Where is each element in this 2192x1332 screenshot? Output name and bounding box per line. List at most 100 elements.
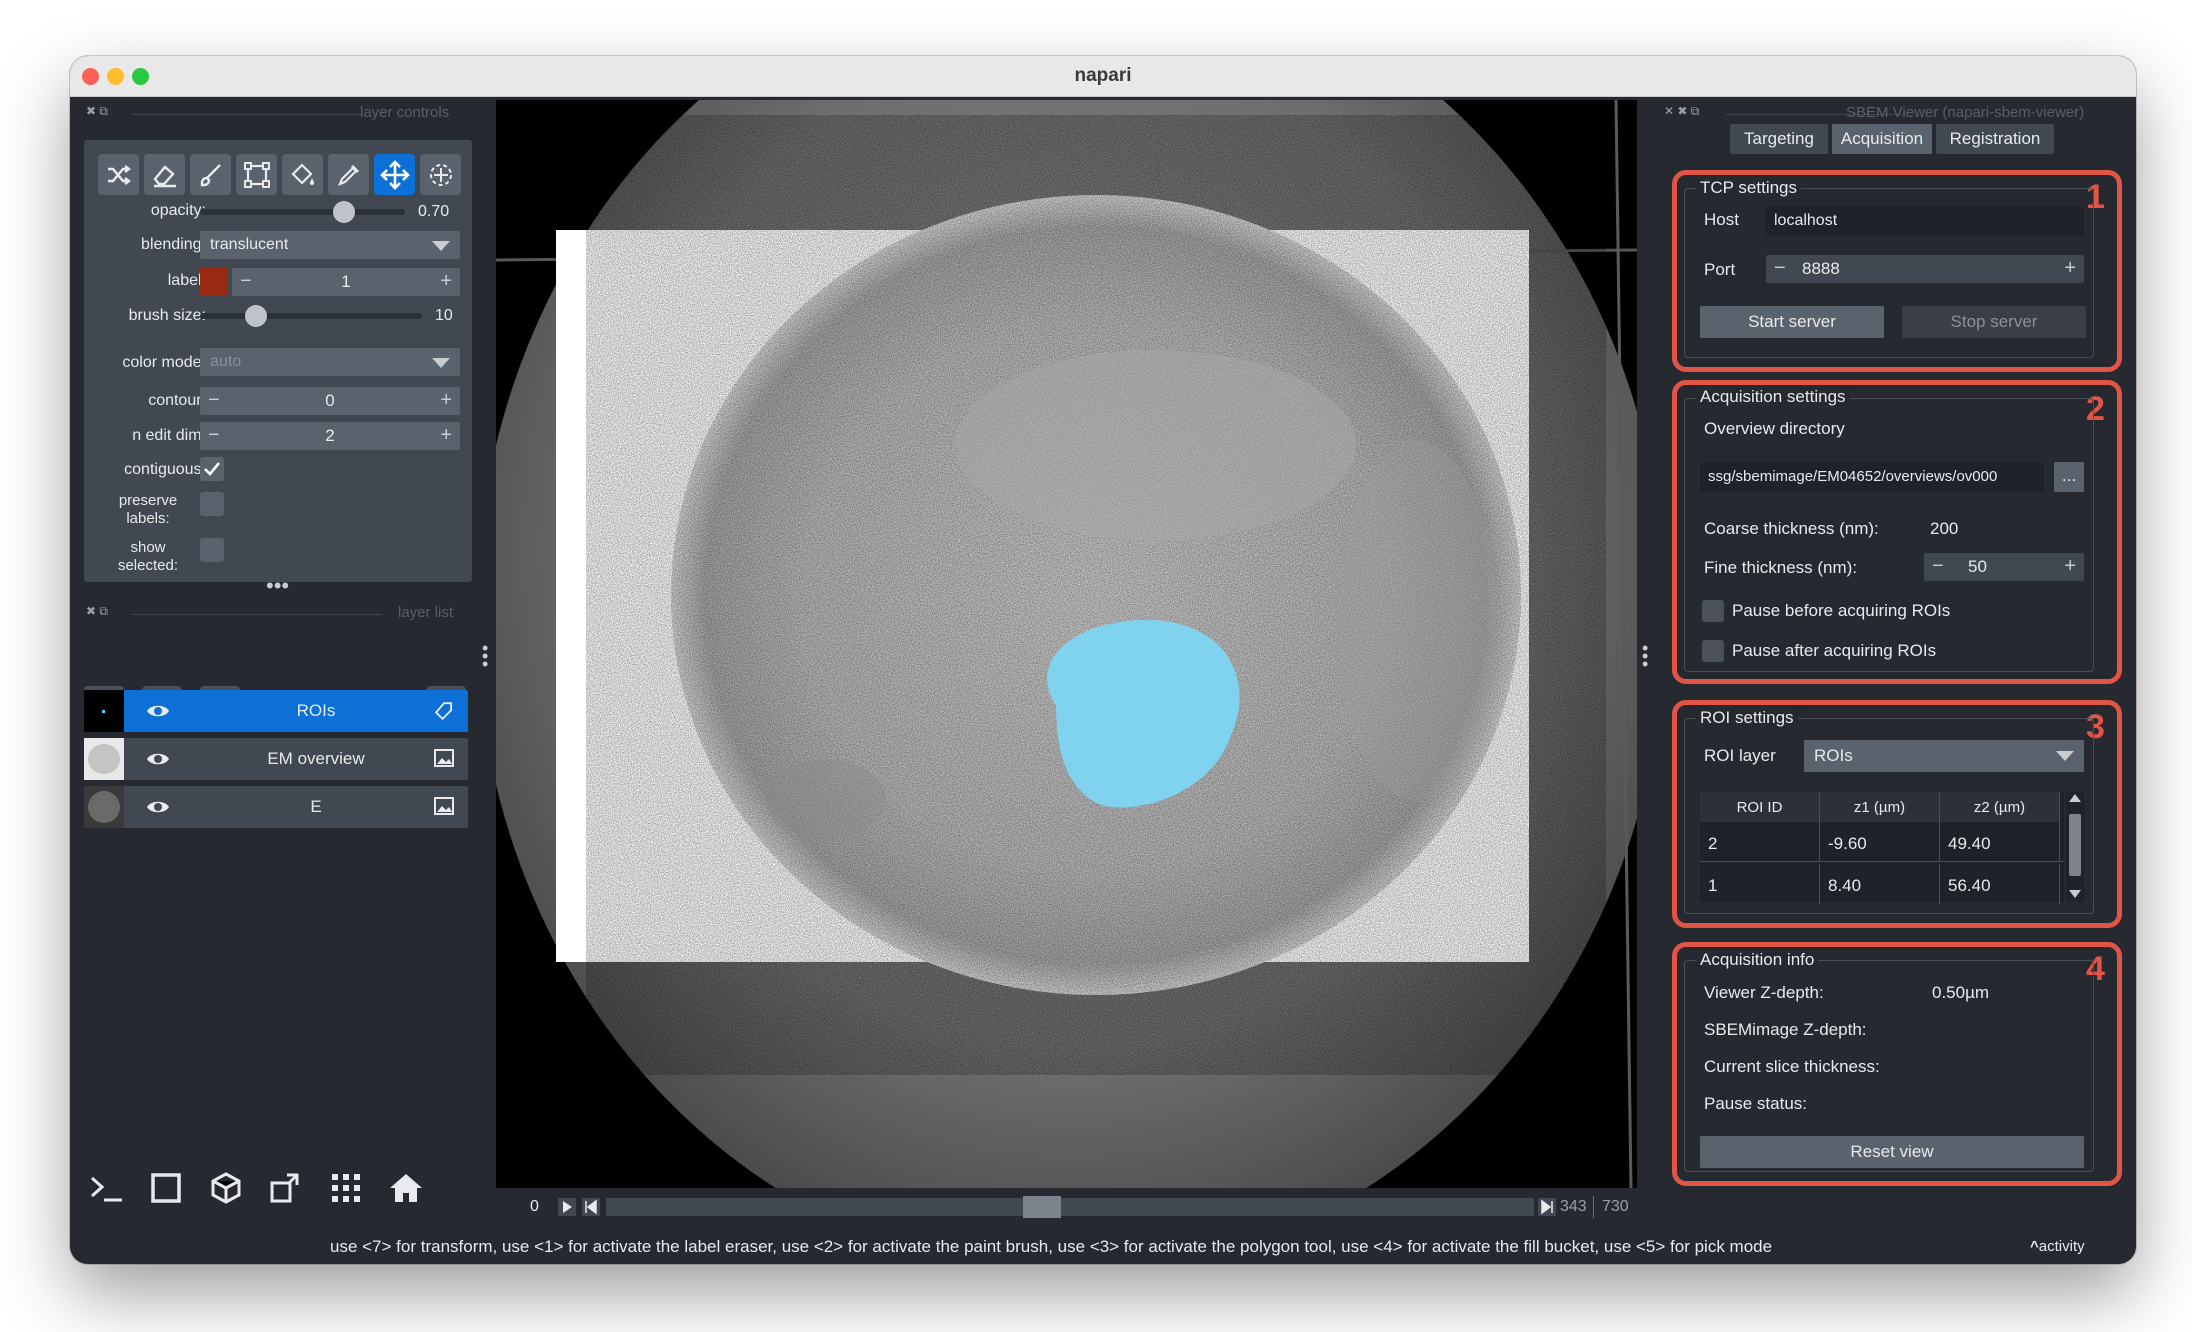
- terminal-icon: [90, 1176, 122, 1202]
- fine-thickness-spinbox[interactable]: − 50 +: [1924, 553, 2084, 581]
- viewer-canvas[interactable]: [496, 100, 1637, 1190]
- table-row[interactable]: 1 8.40 56.40: [1700, 864, 2064, 904]
- table-cell[interactable]: 1: [1700, 864, 1820, 904]
- minus-icon[interactable]: −: [1932, 555, 1944, 578]
- splitter-handle[interactable]: • • •: [1642, 639, 1648, 673]
- color-picker-button[interactable]: [328, 154, 369, 195]
- eye-icon[interactable]: [146, 798, 170, 816]
- label-spinbox[interactable]: − 1 +: [232, 268, 460, 296]
- fill-bucket-button[interactable]: [282, 154, 323, 195]
- transpose-button[interactable]: [264, 1166, 308, 1210]
- table-header-z1[interactable]: z1 (µm): [1820, 792, 1940, 822]
- table-cell[interactable]: 2: [1700, 822, 1820, 862]
- polygon-tool-button[interactable]: [236, 154, 277, 195]
- n-edit-dim-spinbox[interactable]: − 2 +: [200, 422, 460, 450]
- dock-float-icon[interactable]: ✖ ⧉: [86, 604, 108, 619]
- dims-slider-track[interactable]: [606, 1198, 1534, 1216]
- pause-before-label: Pause before acquiring ROIs: [1732, 601, 1951, 620]
- eye-icon[interactable]: [146, 702, 170, 720]
- color-mode-dropdown[interactable]: auto: [200, 348, 460, 376]
- title-bar: napari: [70, 56, 2136, 97]
- blending-dropdown[interactable]: translucent: [200, 231, 460, 259]
- show-selected-checkbox[interactable]: [200, 538, 224, 562]
- brush-size-slider[interactable]: [200, 313, 422, 319]
- label-label: label:: [167, 272, 206, 289]
- table-header-z2[interactable]: z2 (µm): [1940, 792, 2060, 822]
- table-cell[interactable]: 56.40: [1940, 864, 2060, 904]
- roi-table[interactable]: ROI ID z1 (µm) z2 (µm) 2 -9.60 49.40 1 8…: [1700, 792, 2064, 904]
- home-button[interactable]: [384, 1166, 428, 1210]
- play-button[interactable]: [558, 1198, 576, 1221]
- transform-button[interactable]: [420, 154, 461, 195]
- viewer-z-depth-label: Viewer Z-depth:: [1704, 983, 1824, 1002]
- paint-brush-button[interactable]: [190, 154, 231, 195]
- plus-icon[interactable]: +: [440, 389, 452, 412]
- activity-button[interactable]: ^activity: [2030, 1238, 2085, 1255]
- table-cell[interactable]: 8.40: [1820, 864, 1940, 904]
- plus-icon[interactable]: +: [440, 270, 452, 293]
- minus-icon[interactable]: −: [1774, 257, 1786, 280]
- plus-icon[interactable]: +: [440, 424, 452, 447]
- scroll-down-icon[interactable]: [2069, 890, 2081, 898]
- pause-after-checkbox[interactable]: [1702, 640, 1724, 662]
- overview-directory-input[interactable]: ssg/sbemimage/EM04652/overviews/ov000: [1700, 462, 2044, 492]
- brush-size-slider-handle[interactable]: [245, 305, 267, 327]
- dims-slider-handle[interactable]: [1023, 1196, 1062, 1218]
- dock-close-float-icon[interactable]: ✕ ✖ ⧉: [1664, 104, 1699, 119]
- ndisplay-button[interactable]: [144, 1166, 188, 1210]
- roi-layer-dropdown[interactable]: ROIs: [1804, 740, 2084, 772]
- roi-layer-label: ROI layer: [1704, 746, 1776, 765]
- napari-window: napari ✖ ⧉ layer controls opacity: 0.70 …: [70, 56, 2136, 1264]
- sbemimage-z-depth-label: SBEMimage Z-depth:: [1704, 1020, 1867, 1039]
- status-bar: use <7> for transform, use <1> for activ…: [70, 1231, 2136, 1264]
- table-cell[interactable]: -9.60: [1820, 822, 1940, 862]
- pan-zoom-button[interactable]: [374, 154, 415, 195]
- plus-icon[interactable]: +: [2064, 257, 2076, 280]
- host-input[interactable]: localhost: [1766, 206, 2084, 236]
- scroll-up-icon[interactable]: [2069, 794, 2081, 802]
- layer-item-rois[interactable]: ROIs: [84, 690, 468, 732]
- pause-before-checkbox[interactable]: [1702, 600, 1724, 622]
- shuffle-colors-button[interactable]: [98, 154, 139, 195]
- grid-view-button[interactable]: [324, 1166, 368, 1210]
- layer-item-e[interactable]: E: [84, 786, 468, 828]
- table-row[interactable]: 2 -9.60 49.40: [1700, 822, 2064, 862]
- roll-axes-button[interactable]: [204, 1166, 248, 1210]
- acquisition-settings-title: Acquisition settings: [1696, 387, 1850, 407]
- reset-view-button[interactable]: Reset view: [1700, 1136, 2084, 1168]
- start-server-button[interactable]: Start server: [1700, 306, 1884, 338]
- contiguous-checkbox[interactable]: [200, 457, 224, 481]
- eye-icon[interactable]: [146, 750, 170, 768]
- splitter-handle[interactable]: • • •: [482, 639, 488, 673]
- eraser-button[interactable]: [144, 154, 185, 195]
- preserve-labels-label-line2: labels:: [126, 510, 170, 527]
- layer-item-em-overview[interactable]: EM overview: [84, 738, 468, 780]
- opacity-slider-handle[interactable]: [332, 201, 355, 223]
- port-spinbox[interactable]: − 8888 +: [1766, 255, 2084, 283]
- step-back-button[interactable]: [582, 1198, 600, 1221]
- dock-splitter-handle[interactable]: •••: [266, 575, 289, 597]
- preserve-labels-checkbox[interactable]: [200, 492, 224, 516]
- scrollbar-thumb[interactable]: [2069, 814, 2081, 876]
- viewer-z-depth-value: 0.50µm: [1932, 983, 1990, 1002]
- chevron-up-icon: ^: [2030, 1238, 2039, 1255]
- tab-registration[interactable]: Registration: [1936, 124, 2054, 154]
- table-scrollbar[interactable]: [2066, 792, 2084, 902]
- plus-icon[interactable]: +: [2064, 555, 2076, 578]
- browse-directory-button[interactable]: ...: [2054, 462, 2084, 492]
- dock-divider: [132, 114, 362, 115]
- dock-float-icon[interactable]: ✖ ⧉: [86, 104, 108, 119]
- step-forward-button[interactable]: [1538, 1198, 1556, 1221]
- polygon-icon: [243, 161, 270, 188]
- contour-spinbox[interactable]: − 0 +: [200, 387, 460, 415]
- tab-targeting[interactable]: Targeting: [1730, 124, 1828, 154]
- stop-server-button[interactable]: Stop server: [1902, 306, 2086, 338]
- label-color-swatch[interactable]: [200, 268, 228, 296]
- preserve-labels-label-line1: preserve: [118, 492, 178, 509]
- table-cell[interactable]: 49.40: [1940, 822, 2060, 862]
- opacity-slider[interactable]: [200, 209, 405, 215]
- tab-acquisition[interactable]: Acquisition: [1832, 124, 1932, 154]
- activity-label: activity: [2038, 1238, 2085, 1255]
- table-header-roi-id[interactable]: ROI ID: [1700, 792, 1820, 822]
- console-button[interactable]: [84, 1166, 128, 1210]
